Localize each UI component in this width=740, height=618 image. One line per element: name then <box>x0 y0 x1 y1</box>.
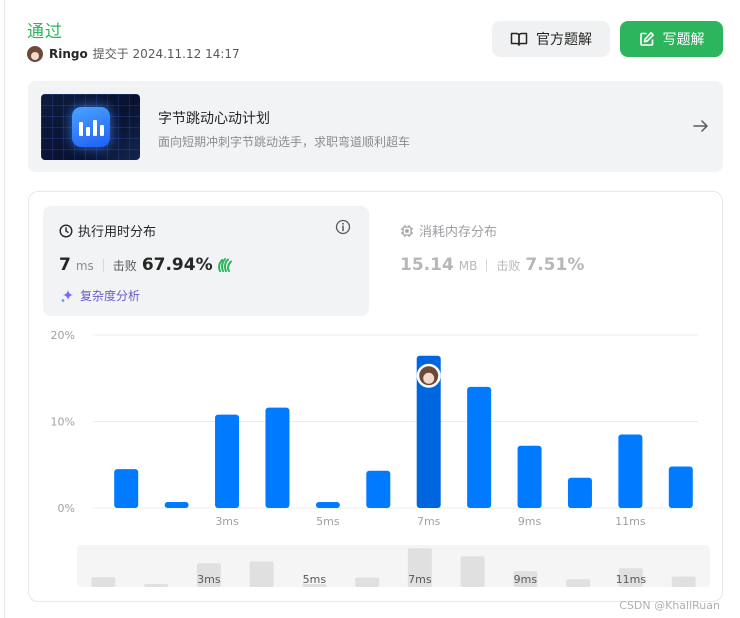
navigator-tick-label: 7ms <box>408 573 432 586</box>
divider <box>486 258 488 272</box>
runtime-unit: ms <box>75 259 94 273</box>
complexity-label: 复杂度分析 <box>80 289 141 303</box>
navigator-tick-label: 5ms <box>303 573 327 586</box>
y-tick-label: 20% <box>51 329 75 342</box>
watermark: CSDN @KhallRuan <box>619 599 720 612</box>
bar-5ms[interactable] <box>315 501 340 508</box>
y-tick-label: 0% <box>58 502 75 515</box>
bar-12ms[interactable] <box>668 466 693 508</box>
bar-2ms[interactable] <box>164 501 189 508</box>
navigator-tick-label: 3ms <box>197 573 221 586</box>
avatar-face <box>423 372 435 384</box>
navigator-bar <box>355 577 380 587</box>
runtime-panel[interactable]: 执行用时分布 7 ms 击败 67.94% 复杂度分析 <box>43 206 369 316</box>
arrow-right-icon[interactable] <box>692 117 710 135</box>
x-tick-label: 7ms <box>417 515 441 528</box>
navigator-bar <box>91 577 116 587</box>
complexity-analysis-link[interactable]: 复杂度分析 <box>59 287 140 304</box>
runtime-title-label: 执行用时分布 <box>78 225 157 240</box>
username[interactable]: Ringo <box>49 47 88 61</box>
banner-subtitle: 面向短期冲刺字节跳动选手，求职弯道顺利超车 <box>158 135 411 149</box>
promo-banner[interactable]: 字节跳动心动计划 面向短期冲刺字节跳动选手，求职弯道顺利超车 <box>28 81 723 172</box>
memory-metric: 15.14 MB 击败 7.51% <box>400 255 584 275</box>
memory-panel[interactable]: 消耗内存分布 15.14 MB 击败 7.51% <box>400 206 700 306</box>
chip-icon <box>401 224 413 237</box>
status-accepted: 通过 <box>27 22 63 42</box>
submitter-info: Ringo 提交于 2024.11.12 14:17 <box>27 45 240 62</box>
memory-title: 消耗内存分布 <box>400 221 497 240</box>
navigator-bar <box>460 556 485 587</box>
navigator-tick-label: 9ms <box>514 573 538 586</box>
bar-9ms[interactable] <box>517 445 542 508</box>
runtime-beat-label: 击败 <box>112 259 137 273</box>
edit-icon <box>639 31 654 46</box>
runtime-value: 7 <box>59 255 71 275</box>
banner-title: 字节跳动心动计划 <box>158 111 270 127</box>
clock-icon <box>59 223 73 238</box>
bytedance-logo-icon <box>72 107 110 147</box>
bar-6ms[interactable] <box>366 470 391 508</box>
bar-10ms[interactable] <box>567 477 592 508</box>
navigator-bar <box>671 576 696 587</box>
x-tick-label: 3ms <box>215 515 239 528</box>
navigator-tick-label: 11ms <box>616 573 647 586</box>
clap-hands-icon <box>217 258 232 272</box>
memory-beat-value: 7.51% <box>525 255 585 275</box>
memory-beat-label: 击败 <box>496 259 521 273</box>
navigator-bar <box>144 584 169 587</box>
x-tick-label: 9ms <box>518 515 542 528</box>
performance-card: 执行用时分布 7 ms 击败 67.94% 复杂度分析 消耗内存分布 15.14… <box>28 191 723 602</box>
x-tick-label: 5ms <box>316 515 340 528</box>
bar-1ms[interactable] <box>114 469 139 508</box>
submission-detail-page: 通过 Ringo 提交于 2024.11.12 14:17 官方题解 写题解 字… <box>4 0 740 618</box>
runtime-beat-value: 67.94% <box>141 255 213 275</box>
banner-image <box>41 94 140 160</box>
memory-title-label: 消耗内存分布 <box>419 225 498 240</box>
sparkle-icon <box>61 289 73 303</box>
y-tick-label: 10% <box>51 416 75 429</box>
navigator-bar <box>566 579 591 587</box>
user-avatar[interactable] <box>27 45 43 62</box>
official-solution-label: 官方题解 <box>536 32 592 48</box>
runtime-title: 执行用时分布 <box>59 221 156 240</box>
write-solution-button[interactable]: 写题解 <box>620 21 723 57</box>
memory-value: 15.14 <box>400 255 454 275</box>
bar-8ms[interactable] <box>467 386 492 508</box>
bar-11ms[interactable] <box>618 434 643 508</box>
runtime-metric: 7 ms 击败 67.94% <box>59 255 235 275</box>
memory-unit: MB <box>458 259 478 273</box>
official-solution-button[interactable]: 官方题解 <box>492 21 610 57</box>
navigator-bar <box>249 561 274 587</box>
book-icon <box>510 32 528 46</box>
submit-time: 提交于 2024.11.12 14:17 <box>92 47 240 61</box>
write-solution-label: 写题解 <box>662 32 705 48</box>
bar-4ms[interactable] <box>265 407 290 508</box>
divider <box>102 258 104 272</box>
x-tick-label: 11ms <box>615 515 646 528</box>
bar-3ms[interactable] <box>215 414 240 508</box>
info-icon[interactable] <box>335 219 351 235</box>
